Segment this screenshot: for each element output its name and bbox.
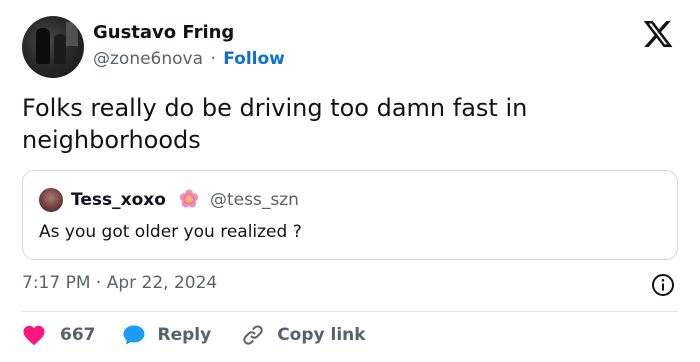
separator-dot: · — [210, 49, 216, 69]
quoted-avatar[interactable] — [39, 188, 63, 212]
action-bar: 667 Reply Copy link — [22, 323, 366, 347]
reply-button[interactable]: Reply — [122, 324, 212, 346]
reply-label: Reply — [157, 325, 212, 345]
info-icon[interactable] — [651, 273, 675, 297]
heart-icon — [23, 325, 45, 346]
tweet-text: Folks really do be driving too damn fast… — [22, 94, 528, 154]
divider — [22, 311, 678, 312]
author-handle[interactable]: @zone6nova — [93, 49, 203, 69]
tweet-timestamp[interactable]: 7:17 PM · Apr 22, 2024 — [22, 272, 217, 294]
copy-link-button[interactable]: Copy link — [241, 323, 366, 347]
author-avatar[interactable] — [22, 16, 84, 78]
reply-bubble-icon — [123, 325, 144, 345]
follow-button[interactable]: Follow — [223, 49, 285, 69]
flower-emoji-icon — [179, 189, 199, 208]
quoted-text: As you got older you realized ? — [39, 222, 302, 242]
link-icon — [243, 325, 263, 345]
quoted-handle[interactable]: @tess_szn — [210, 189, 299, 211]
author-name[interactable]: Gustavo Fring — [93, 22, 234, 44]
quoted-tweet-card[interactable]: Tess_xoxo @tess_szn As you got older you… — [22, 170, 678, 260]
like-button[interactable]: 667 — [22, 324, 96, 346]
copy-link-label: Copy link — [277, 325, 366, 345]
author-handle-row: @zone6nova · Follow — [93, 48, 285, 70]
like-count: 667 — [60, 325, 96, 345]
quoted-author-name[interactable]: Tess_xoxo — [71, 189, 166, 211]
x-logo-icon[interactable] — [641, 18, 675, 50]
